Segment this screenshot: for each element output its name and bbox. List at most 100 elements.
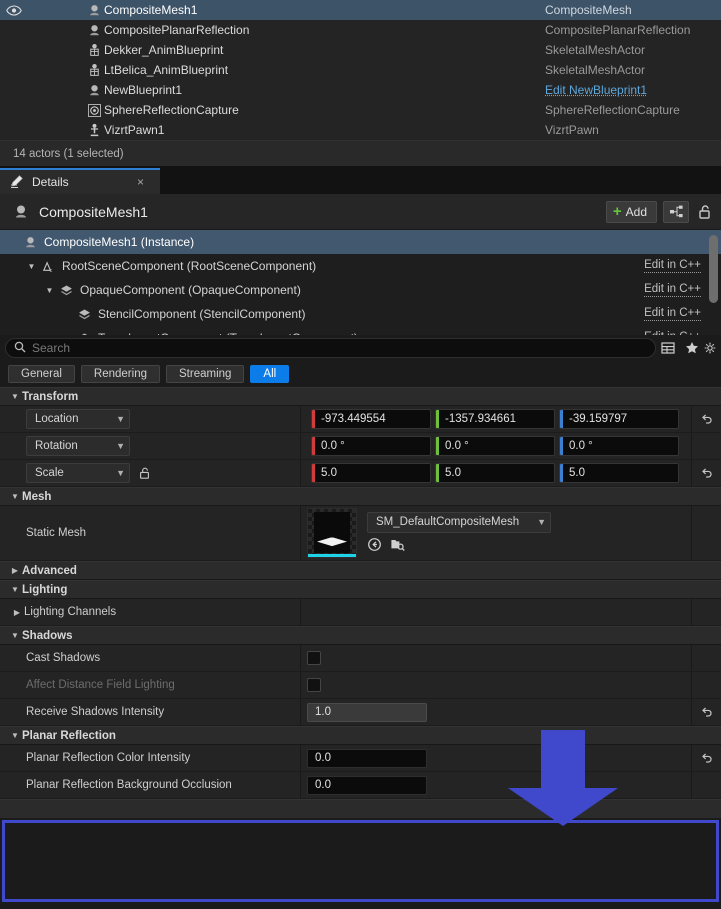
favorites-star-icon[interactable] bbox=[680, 341, 704, 355]
component-tree-row[interactable]: TranslucentComponent (TranslucentCompone… bbox=[0, 326, 721, 335]
outliner-row[interactable]: LtBelica_AnimBlueprintSkeletalMeshActor bbox=[0, 60, 721, 80]
details-header: CompositeMesh1 + Add bbox=[0, 194, 721, 230]
visibility-eye-icon[interactable] bbox=[0, 5, 28, 16]
outliner-row-type: SphereReflectionCapture bbox=[545, 103, 680, 117]
property-row-cast-shadows: Cast Shadows bbox=[0, 645, 721, 672]
edit-blueprint-link[interactable]: Edit NewBlueprint1 bbox=[545, 83, 647, 97]
search-placeholder: Search bbox=[32, 341, 70, 355]
filter-chip-streaming[interactable]: Streaming bbox=[166, 365, 244, 383]
planar-reflection-color-intensity-input[interactable]: 0.0 bbox=[307, 749, 427, 768]
rotation-y-value: 0.0 ° bbox=[439, 440, 469, 452]
category-header-shadows[interactable]: ▼Shadows bbox=[0, 626, 721, 645]
add-button-label: Add bbox=[626, 205, 647, 219]
category-header-advanced[interactable]: ▶Advanced bbox=[0, 561, 721, 580]
scale-label: Scale bbox=[35, 467, 64, 479]
category-header-transform[interactable]: ▼Transform bbox=[0, 387, 721, 406]
outliner-row[interactable]: CompositePlanarReflectionCompositePlanar… bbox=[0, 20, 721, 40]
search-icon bbox=[14, 341, 26, 356]
find-in-content-browser-icon[interactable] bbox=[390, 537, 405, 555]
static-mesh-asset-picker[interactable]: SM_DefaultCompositeMesh▼ bbox=[367, 512, 551, 533]
chevron-down-icon[interactable]: ▼ bbox=[8, 631, 22, 640]
location-x-input[interactable]: -973.449554 bbox=[311, 409, 431, 429]
browse-to-asset-icon[interactable] bbox=[367, 537, 382, 555]
location-mode-dropdown[interactable]: Location▼ bbox=[26, 409, 130, 429]
category-header-mesh[interactable]: ▼Mesh bbox=[0, 487, 721, 506]
down-arrow-annotation bbox=[505, 730, 621, 828]
scale-mode-dropdown[interactable]: Scale▼ bbox=[26, 463, 130, 483]
blueprint-actor-icon bbox=[12, 203, 30, 221]
reset-to-default-button[interactable] bbox=[691, 699, 721, 725]
filter-chip-all[interactable]: All bbox=[250, 365, 289, 383]
location-z-input[interactable]: -39.159797 bbox=[559, 409, 679, 429]
component-tree-row[interactable]: ▼OpaqueComponent (OpaqueComponent)Edit i… bbox=[0, 278, 721, 302]
property-value: -973.449554 -1357.934661 -39.159797 bbox=[300, 406, 691, 432]
planar-reflection-background-occlusion-input[interactable]: 0.0 bbox=[307, 776, 427, 795]
unlock-icon[interactable] bbox=[693, 201, 715, 223]
outliner-row[interactable]: Dekker_AnimBlueprintSkeletalMeshActor bbox=[0, 40, 721, 60]
property-row-scale: Scale▼ 5.0 5.0 5.0 bbox=[0, 460, 721, 487]
rotation-z-input[interactable]: 0.0 ° bbox=[559, 436, 679, 456]
uniform-scale-lock-icon[interactable] bbox=[138, 466, 151, 480]
edit-in-cpp-link[interactable]: Edit in C++ bbox=[644, 331, 701, 335]
lighting-channels-value bbox=[300, 599, 691, 625]
chevron-down-icon[interactable]: ▼ bbox=[8, 731, 22, 740]
location-y-input[interactable]: -1357.934661 bbox=[435, 409, 555, 429]
property-row-rotation: Rotation▼ 0.0 ° 0.0 ° 0.0 ° bbox=[0, 433, 721, 460]
component-tree-row[interactable]: CompositeMesh1 (Instance) bbox=[0, 230, 721, 254]
add-component-button[interactable]: + Add bbox=[606, 201, 657, 223]
planar-reflection-property-label: Planar Reflection Color Intensity bbox=[26, 752, 190, 764]
edit-in-cpp-link[interactable]: Edit in C++ bbox=[644, 259, 701, 273]
outliner-row[interactable]: CompositeMesh1CompositeMesh bbox=[0, 0, 721, 20]
filter-chip-general[interactable]: General bbox=[8, 365, 75, 383]
scale-z-input[interactable]: 5.0 bbox=[559, 463, 679, 483]
outliner-row[interactable]: VizrtPawn1VizrtPawn bbox=[0, 120, 721, 140]
property-label: Rotation▼ bbox=[0, 436, 300, 456]
receive-shadows-intensity-input[interactable]: 1.0 bbox=[307, 703, 427, 722]
outliner-row[interactable]: NewBlueprint1Edit NewBlueprint1 bbox=[0, 80, 721, 100]
settings-gear-icon[interactable] bbox=[704, 341, 716, 355]
rotation-x-input[interactable]: 0.0 ° bbox=[311, 436, 431, 456]
skeletal-mesh-icon bbox=[84, 43, 104, 58]
tab-details[interactable]: Details × bbox=[0, 168, 160, 194]
category-header-lighting[interactable]: ▼Lighting bbox=[0, 580, 721, 599]
rotation-x-value: 0.0 ° bbox=[315, 440, 345, 452]
property-value bbox=[300, 645, 691, 671]
static-mesh-thumbnail[interactable] bbox=[307, 508, 357, 558]
component-tree-scrollbar[interactable] bbox=[709, 235, 718, 303]
outliner-row-type: SkeletalMeshActor bbox=[545, 63, 645, 77]
location-y-value: -1357.934661 bbox=[439, 413, 516, 425]
component-tree-row[interactable]: StencilComponent (StencilComponent)Edit … bbox=[0, 302, 721, 326]
blueprint-actor-icon bbox=[21, 235, 39, 250]
reset-to-default-button[interactable] bbox=[691, 745, 721, 771]
rotation-y-input[interactable]: 0.0 ° bbox=[435, 436, 555, 456]
chevron-down-icon: ▼ bbox=[110, 441, 125, 451]
reset-to-default-button[interactable] bbox=[691, 460, 721, 486]
chevron-down-icon[interactable]: ▼ bbox=[44, 286, 55, 295]
tab-close-icon[interactable]: × bbox=[131, 175, 150, 189]
chevron-right-icon[interactable]: ▶ bbox=[10, 608, 24, 617]
scale-y-input[interactable]: 5.0 bbox=[435, 463, 555, 483]
chevron-right-icon[interactable]: ▶ bbox=[8, 566, 22, 575]
filter-chip-rendering[interactable]: Rendering bbox=[81, 365, 160, 383]
chevron-down-icon[interactable]: ▼ bbox=[26, 262, 37, 271]
property-row-lighting-channels[interactable]: ▶Lighting Channels bbox=[0, 599, 721, 626]
details-title: CompositeMesh1 bbox=[39, 204, 606, 220]
component-graph-icon[interactable] bbox=[663, 201, 689, 223]
chevron-down-icon[interactable]: ▼ bbox=[8, 492, 22, 501]
reset-to-default-button[interactable] bbox=[691, 406, 721, 432]
edit-in-cpp-link[interactable]: Edit in C++ bbox=[644, 307, 701, 321]
lighting-channels-label-cell: ▶Lighting Channels bbox=[0, 606, 300, 618]
cast-shadows-checkbox[interactable] bbox=[307, 651, 321, 665]
component-tree-row[interactable]: ▼cRootSceneComponent (RootSceneComponent… bbox=[0, 254, 721, 278]
chevron-down-icon[interactable]: ▼ bbox=[8, 392, 22, 401]
grid-view-icon[interactable] bbox=[656, 341, 680, 355]
rotation-mode-dropdown[interactable]: Rotation▼ bbox=[26, 436, 130, 456]
property-value: 1.0 bbox=[300, 699, 691, 725]
search-input[interactable]: Search bbox=[5, 338, 656, 358]
scale-y-value: 5.0 bbox=[439, 467, 461, 479]
planar-reflection-property-label: Planar Reflection Background Occlusion bbox=[26, 779, 232, 791]
scale-x-input[interactable]: 5.0 bbox=[311, 463, 431, 483]
outliner-row[interactable]: SphereReflectionCaptureSphereReflectionC… bbox=[0, 100, 721, 120]
chevron-down-icon[interactable]: ▼ bbox=[8, 585, 22, 594]
edit-in-cpp-link[interactable]: Edit in C++ bbox=[644, 283, 701, 297]
